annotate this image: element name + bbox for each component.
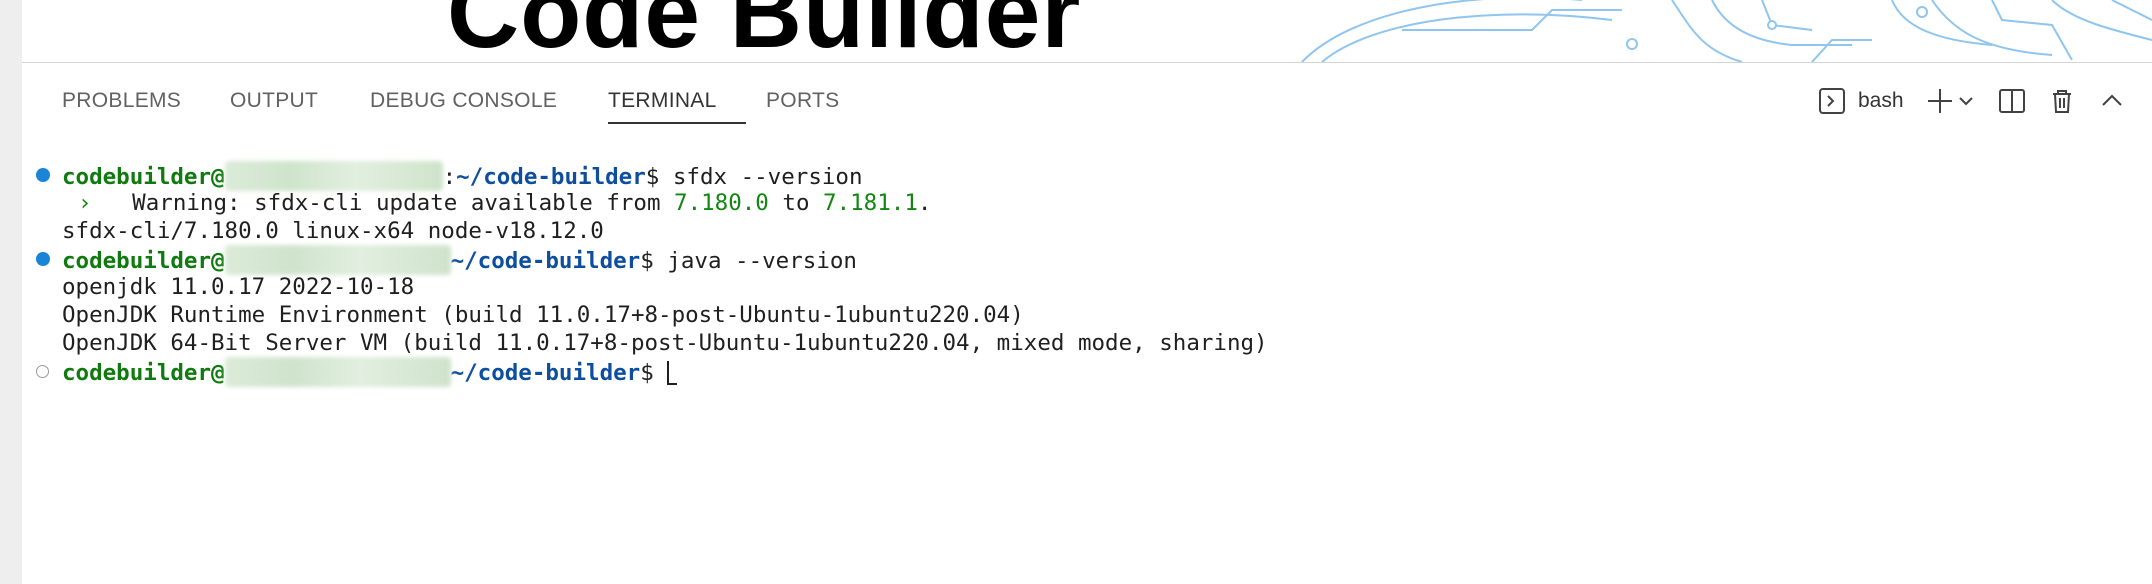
command-text: java --version — [653, 248, 857, 274]
prompt-user: codebuilder@ — [62, 248, 225, 274]
welcome-banner: Code Builder — [22, 0, 2152, 63]
prompt-user: codebuilder@ — [62, 360, 225, 386]
prompt-symbol: $ — [640, 360, 654, 386]
terminal-line: OpenJDK 64-Bit Server VM (build 11.0.17+… — [62, 330, 1268, 356]
chevron-up-icon[interactable] — [2100, 89, 2124, 118]
command-success-dot[interactable] — [36, 168, 50, 182]
prompt-user: codebuilder@ — [62, 164, 225, 190]
warning-text: to — [768, 190, 824, 216]
active-tab-indicator — [608, 122, 746, 124]
prompt-symbol: $ — [645, 164, 660, 190]
terminal-line: codebuilder@ ~/code-builder$ — [62, 357, 678, 387]
command-text: sfdx --version — [659, 164, 863, 190]
trash-icon[interactable] — [2048, 87, 2076, 120]
terminal-selector[interactable]: bash — [1818, 79, 1913, 119]
prompt-separator: : — [442, 164, 457, 190]
banner-illustration — [1301, 0, 2152, 62]
command-success-dot[interactable] — [36, 252, 50, 266]
redacted-hostname — [224, 357, 451, 387]
terminal-output[interactable]: codebuilder@:~/code-builder$ sfdx --vers… — [22, 156, 2152, 576]
prompt-path: ~/code-builder — [450, 248, 641, 274]
version-from: 7.180.0 — [674, 190, 769, 216]
terminal-line: sfdx-cli/7.180.0 linux-x64 node-v18.12.0 — [62, 218, 604, 244]
left-gutter — [0, 0, 22, 584]
terminal-icon — [1818, 87, 1846, 120]
split-terminal-icon[interactable] — [1998, 87, 2026, 120]
terminal-line: openjdk 11.0.17 2022-10-18 — [62, 274, 415, 300]
tab-problems[interactable]: PROBLEMS — [62, 89, 181, 113]
banner-title: Code Builder — [447, 0, 1082, 63]
plus-icon[interactable] — [1926, 87, 1954, 120]
panel-header: PROBLEMS OUTPUT DEBUG CONSOLE TERMINAL P… — [22, 63, 2152, 133]
command-pending-dot[interactable] — [36, 365, 49, 378]
tab-terminal[interactable]: TERMINAL — [608, 89, 717, 113]
prompt-path: ~/code-builder — [456, 164, 646, 190]
terminal-line: codebuilder@:~/code-builder$ sfdx --vers… — [62, 161, 863, 191]
warning-text: Warning: sfdx-cli update available from — [91, 190, 675, 216]
terminal-line: codebuilder@ ~/code-builder$ java --versi… — [62, 245, 857, 275]
tab-debug-console[interactable]: DEBUG CONSOLE — [370, 89, 557, 113]
tab-output[interactable]: OUTPUT — [230, 89, 318, 113]
redacted-hostname — [224, 245, 451, 275]
warning-arrow-icon: › — [78, 190, 92, 216]
warning-text: . — [917, 190, 932, 216]
terminal-line: › Warning: sfdx-cli update available fro… — [78, 189, 931, 217]
redacted-hostname — [224, 161, 443, 191]
chevron-down-icon[interactable] — [1958, 93, 1974, 114]
prompt-symbol: $ — [640, 248, 654, 274]
terminal-line: OpenJDK Runtime Environment (build 11.0.… — [62, 302, 1024, 328]
tab-ports[interactable]: PORTS — [766, 89, 839, 113]
version-to: 7.181.1 — [823, 190, 918, 216]
prompt-path: ~/code-builder — [450, 360, 641, 386]
terminal-cursor — [667, 361, 678, 385]
terminal-name: bash — [1858, 89, 1904, 112]
